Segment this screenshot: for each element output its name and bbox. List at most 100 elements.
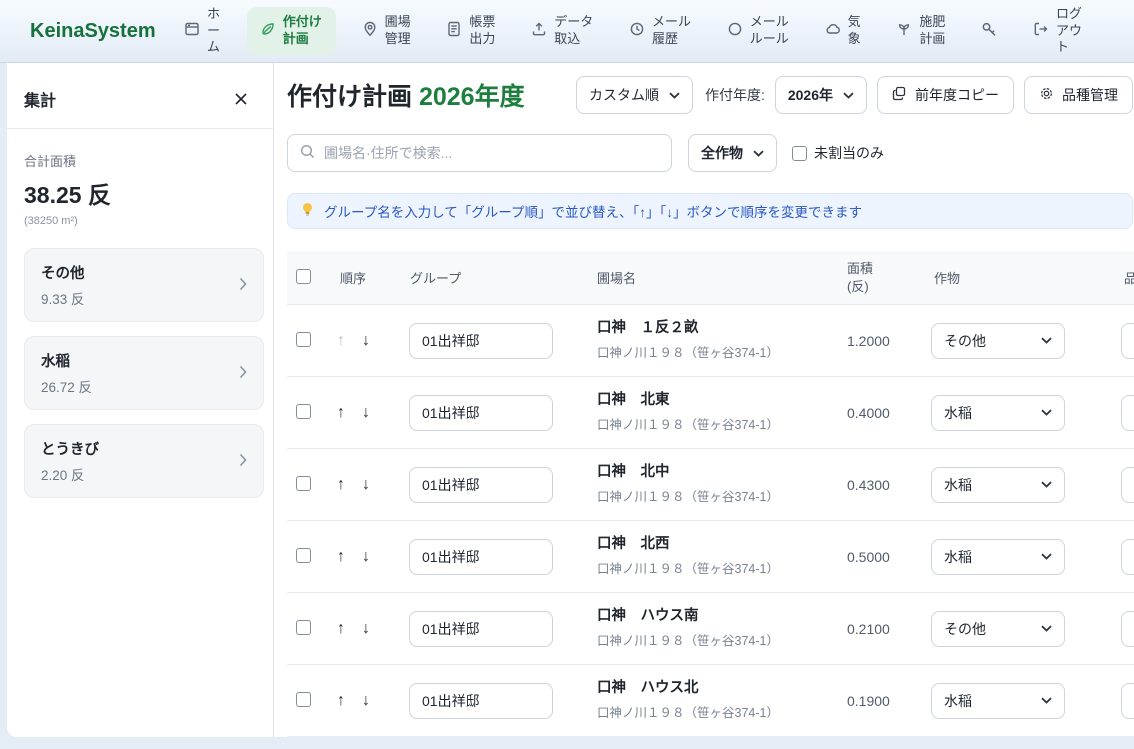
variety-select[interactable]: た xyxy=(1121,467,1134,503)
variety-select[interactable]: た xyxy=(1121,395,1134,431)
crop-name: 水稲 xyxy=(41,350,92,371)
crop-select[interactable]: 水稲 xyxy=(931,683,1065,719)
crop-filter-select[interactable]: 全作物 xyxy=(688,134,777,172)
move-up-button[interactable]: ↑ xyxy=(335,546,347,568)
area-value: 1.2000 xyxy=(837,333,924,349)
field-address: 口神ノ川１９８（笹ヶ谷374-1） xyxy=(597,486,837,505)
crop-select[interactable]: 水稲 xyxy=(931,539,1065,575)
crop-select[interactable]: その他 xyxy=(931,323,1065,359)
unassigned-only-label: 未割当のみ xyxy=(814,143,884,163)
nav-item-label: 作付け計画 xyxy=(283,14,323,48)
nav-item-label: ホーム xyxy=(207,6,221,57)
move-down-button[interactable]: ↓ xyxy=(360,402,372,424)
year-select[interactable]: 2026年 xyxy=(775,76,867,114)
nav-item-label: 圃場管理 xyxy=(385,14,412,48)
crop-summary-card-corn[interactable]: とうきび 2.20 反 xyxy=(24,424,264,498)
move-down-button[interactable]: ↓ xyxy=(360,546,372,568)
nav-item-planting-plan[interactable]: 作付け計画 xyxy=(247,7,336,55)
col-header-group: グループ xyxy=(400,268,587,287)
home-icon xyxy=(184,21,200,40)
move-down-button[interactable]: ↓ xyxy=(360,690,372,712)
nav-item-home[interactable]: ホーム xyxy=(175,1,230,62)
top-nav-bar: KeinaSystem ホーム 作付け計画 圃場管理 帳票出力 データ取込 メー… xyxy=(0,0,1134,63)
nav-item-password[interactable] xyxy=(972,16,1007,46)
row-checkbox[interactable] xyxy=(296,404,311,419)
crop-summary-card-other[interactable]: その他 9.33 反 xyxy=(24,248,264,322)
chevron-down-icon xyxy=(1041,625,1052,632)
move-down-button[interactable]: ↓ xyxy=(360,618,372,640)
col-header-order: 順序 xyxy=(330,268,400,287)
nav-item-report-output[interactable]: 帳票出力 xyxy=(437,9,505,53)
row-checkbox[interactable] xyxy=(296,548,311,563)
logout-icon xyxy=(1033,21,1049,40)
field-name: 口神 １反２畝 xyxy=(597,320,837,337)
chevron-right-icon xyxy=(239,277,247,294)
variety-management-button[interactable]: 品種管理 xyxy=(1024,76,1133,114)
unassigned-only-checkbox[interactable] xyxy=(792,146,807,161)
field-address: 口神ノ川１９８（笹ヶ谷374-1） xyxy=(597,342,837,361)
group-input[interactable] xyxy=(409,611,553,647)
row-checkbox[interactable] xyxy=(296,692,311,707)
move-down-button[interactable]: ↓ xyxy=(360,474,372,496)
nav-item-fertilization-plan[interactable]: 施肥計画 xyxy=(887,9,955,53)
chevron-down-icon xyxy=(1041,553,1052,560)
group-input[interactable] xyxy=(409,539,553,575)
nav-item-mail-rules[interactable]: メールルール xyxy=(718,9,799,53)
field-address: 口神ノ川１９８（笹ヶ谷374-1） xyxy=(597,558,837,577)
nav-item-mail-history[interactable]: メール履歴 xyxy=(620,9,701,53)
nav-item-data-import[interactable]: データ取込 xyxy=(522,9,603,53)
key-icon xyxy=(981,21,998,41)
nav-item-label: 気象 xyxy=(848,14,862,48)
area-value: 0.4000 xyxy=(837,405,924,421)
nav-item-label: 施肥計画 xyxy=(919,14,946,48)
total-area-label: 合計面積 xyxy=(24,151,256,170)
select-all-checkbox[interactable] xyxy=(296,269,311,284)
row-checkbox[interactable] xyxy=(296,476,311,491)
sort-order-select[interactable]: カスタム順 xyxy=(576,76,693,114)
area-value: 0.2100 xyxy=(837,621,924,637)
history-icon xyxy=(629,21,645,40)
field-name: 口神 北東 xyxy=(597,392,837,409)
variety-select[interactable]: その xyxy=(1121,611,1134,647)
crop-select[interactable]: その他 xyxy=(931,611,1065,647)
row-checkbox[interactable] xyxy=(296,332,311,347)
move-down-button[interactable]: ↓ xyxy=(360,330,372,352)
nav-item-weather[interactable]: 気象 xyxy=(816,9,871,53)
content-card: 集計 合計面積 38.25 反 (38250 m²) その他 9.33 反 水稲… xyxy=(7,63,1134,737)
group-input[interactable] xyxy=(409,467,553,503)
copy-previous-year-button[interactable]: 前年度コピー xyxy=(877,76,1014,114)
move-up-button[interactable]: ↑ xyxy=(335,618,347,640)
table-row: ↑ ↓ 口神 １反２畝 口神ノ川１９８（笹ヶ谷374-1） 1.2000 その他… xyxy=(287,305,1134,377)
chevron-down-icon xyxy=(1041,409,1052,416)
group-input[interactable] xyxy=(409,683,553,719)
page-title: 作付け計画 2026年度 xyxy=(287,77,525,113)
nav-item-logout[interactable]: ログアウト xyxy=(1024,1,1092,62)
crop-select[interactable]: 水稲 xyxy=(931,467,1065,503)
group-input[interactable] xyxy=(409,395,553,431)
nav-item-field-management[interactable]: 圃場管理 xyxy=(353,9,421,53)
group-input[interactable] xyxy=(409,323,553,359)
move-up-button[interactable]: ↑ xyxy=(335,402,347,424)
table-row: ↑ ↓ 口神 ハウス南 口神ノ川１９８（笹ヶ谷374-1） 0.2100 その他… xyxy=(287,593,1134,665)
crop-select[interactable]: 水稲 xyxy=(931,395,1065,431)
move-up-button[interactable]: ↑ xyxy=(335,690,347,712)
close-icon[interactable] xyxy=(231,89,251,109)
move-up-button[interactable]: ↑ xyxy=(335,330,347,352)
col-header-area: 面積 (反) xyxy=(837,260,924,295)
variety-select[interactable]: た xyxy=(1121,539,1134,575)
search-icon xyxy=(300,144,315,162)
variety-select[interactable]: た xyxy=(1121,683,1134,719)
variety-select[interactable]: その他 xyxy=(1121,323,1134,359)
lightbulb-icon xyxy=(301,202,314,220)
col-header-variety: 品種 xyxy=(1114,268,1134,287)
search-input[interactable] xyxy=(324,145,659,161)
row-checkbox[interactable] xyxy=(296,620,311,635)
banner-text: グループ名を入力して「グループ順」で並び替え、「↑」「↓」ボタンで順序を変更でき… xyxy=(324,201,862,221)
move-up-button[interactable]: ↑ xyxy=(335,474,347,496)
field-address: 口神ノ川１９８（笹ヶ谷374-1） xyxy=(597,630,837,649)
col-header-crop: 作物 xyxy=(924,268,1114,287)
main-panel: 作付け計画 2026年度 カスタム順 作付年度: 2026年 前年度コピー xyxy=(274,63,1134,737)
field-name: 口神 ハウス南 xyxy=(597,608,837,625)
col-header-field: 圃場名 xyxy=(587,268,837,287)
crop-summary-card-rice[interactable]: 水稲 26.72 反 xyxy=(24,336,264,410)
